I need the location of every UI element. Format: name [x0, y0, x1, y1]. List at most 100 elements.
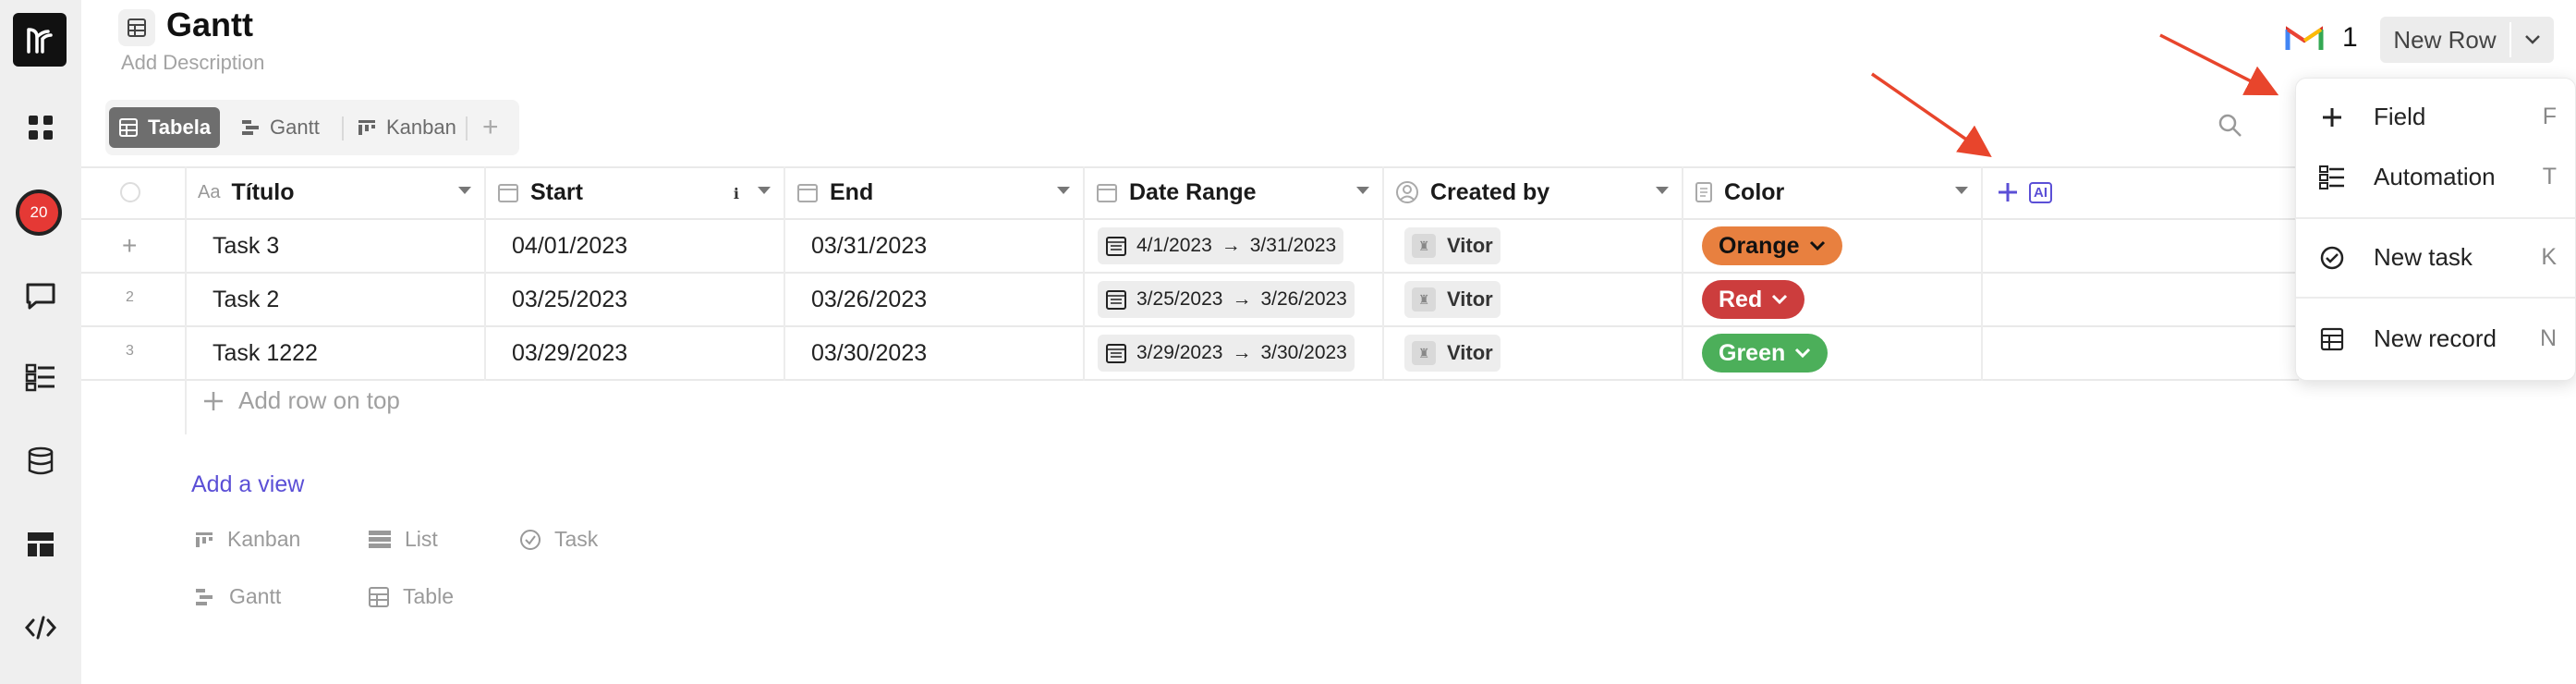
range-end: 3/30/2023 [1260, 342, 1347, 363]
gmail-icon[interactable] [2284, 22, 2325, 58]
gantt-icon [196, 588, 213, 605]
chevron-down-icon [1772, 294, 1788, 305]
tag-label: Green [1719, 339, 1786, 366]
shortcut-key: F [2542, 103, 2557, 129]
column-header-date-range[interactable]: Date Range [1096, 166, 1382, 218]
chevron-down-icon [1795, 348, 1811, 359]
description-field[interactable]: Add Description [121, 51, 264, 75]
tab-tabela[interactable]: Tabela [109, 107, 221, 148]
view-option-label: Gantt [229, 584, 282, 608]
range-start: 4/1/2023 [1136, 235, 1212, 256]
add-view-tab-button[interactable]: + [473, 107, 508, 148]
new-row-split-button: New Row [2380, 17, 2554, 63]
cell-start[interactable]: 03/29/2023 [512, 327, 627, 379]
page-title[interactable]: Gantt [166, 6, 253, 44]
text-icon: Aa [198, 181, 221, 202]
cell-title[interactable]: Task 2 [213, 274, 279, 325]
cell-end[interactable]: 03/31/2023 [811, 220, 927, 272]
column-label: Date Range [1129, 178, 1257, 205]
grid-line [185, 166, 187, 434]
menu-item-automation[interactable]: Automation T [2296, 151, 2576, 202]
chevron-down-icon[interactable] [458, 187, 471, 194]
info-icon[interactable]: ℹ [734, 185, 739, 203]
cell-date-range[interactable]: 3/29/2023 → 3/30/2023 [1098, 335, 1355, 372]
calendar-icon [1096, 181, 1118, 203]
color-tag-orange[interactable]: Orange [1702, 226, 1842, 265]
calendar-icon [1106, 290, 1126, 310]
select-all-checkbox[interactable] [120, 182, 140, 202]
arrow-right-icon: → [1232, 288, 1252, 310]
menu-item-new-task[interactable]: New task K [2296, 231, 2576, 283]
database-icon[interactable] [20, 441, 61, 482]
cell-created-by[interactable]: ♜ Vitor [1404, 335, 1501, 372]
add-row-button[interactable]: Add row on top [201, 386, 400, 415]
avatar: ♜ [1412, 341, 1436, 365]
view-option-list[interactable]: List [368, 527, 438, 552]
layout-icon[interactable] [20, 524, 61, 565]
view-option-table[interactable]: Table [368, 584, 454, 609]
creator-name: Vitor [1447, 341, 1493, 364]
tab-kanban[interactable]: Kanban [347, 107, 466, 148]
chevron-down-icon[interactable] [758, 187, 771, 194]
cell-title[interactable]: Task 3 [213, 220, 279, 272]
check-circle-icon [2318, 244, 2346, 272]
view-option-label: List [405, 527, 438, 551]
code-icon[interactable] [20, 607, 61, 648]
chevron-down-icon[interactable] [1356, 187, 1369, 194]
view-option-task[interactable]: Task [519, 527, 598, 552]
menu-item-new-record[interactable]: New record N [2296, 312, 2576, 364]
workflow-icon[interactable] [20, 357, 61, 397]
chevron-down-icon[interactable] [1955, 187, 1968, 194]
chat-icon[interactable] [20, 275, 61, 316]
menu-item-label: Automation [2374, 162, 2496, 190]
chevron-down-icon [2525, 35, 2540, 44]
column-header-end[interactable]: End [796, 166, 1083, 218]
column-header-titulo[interactable]: Aa Título [198, 166, 484, 218]
chevron-down-icon[interactable] [1656, 187, 1669, 194]
calendar-icon [497, 181, 519, 203]
dashboard-icon[interactable] [20, 107, 61, 148]
column-header-created-by[interactable]: Created by [1395, 166, 1682, 218]
view-option-kanban[interactable]: Kanban [194, 527, 300, 552]
color-tag-green[interactable]: Green [1702, 334, 1829, 373]
cell-end[interactable]: 03/26/2023 [811, 274, 927, 325]
menu-item-field[interactable]: Field F [2296, 91, 2576, 142]
gantt-icon [242, 120, 259, 135]
view-option-label: Table [403, 584, 454, 608]
grid-line [81, 379, 2299, 381]
cell-created-by[interactable]: ♜ Vitor [1404, 227, 1501, 264]
column-header-color[interactable]: Color [1695, 166, 1981, 218]
cell-date-range[interactable]: 3/25/2023 → 3/26/2023 [1098, 281, 1355, 318]
cell-created-by[interactable]: ♜ Vitor [1404, 281, 1501, 318]
grid-line [1682, 166, 1683, 381]
color-tag-red[interactable]: Red [1702, 280, 1805, 319]
grid-line [81, 325, 2299, 327]
notifications-badge[interactable]: 20 [16, 189, 62, 236]
column-header-start[interactable]: Start ℹ [497, 166, 784, 218]
row-1-number[interactable]: + [122, 231, 137, 261]
cell-start[interactable]: 04/01/2023 [512, 220, 627, 272]
cell-date-range[interactable]: 4/1/2023 → 3/31/2023 [1098, 227, 1344, 264]
new-row-button[interactable]: New Row [2380, 17, 2509, 63]
cell-start[interactable]: 03/25/2023 [512, 274, 627, 325]
calendar-icon [796, 181, 819, 203]
column-label: Color [1724, 178, 1785, 205]
creator-name: Vitor [1447, 287, 1493, 311]
add-column-button[interactable]: AI [1996, 166, 2070, 218]
tab-gantt[interactable]: Gantt [231, 107, 329, 148]
add-view-link[interactable]: Add a view [191, 471, 304, 498]
plus-icon: + [482, 112, 499, 142]
tag-label: Orange [1719, 232, 1800, 259]
grid-line [484, 166, 486, 381]
left-sidebar: 20 [0, 0, 81, 684]
app-logo[interactable] [13, 13, 67, 67]
view-option-label: Task [554, 527, 599, 551]
cell-end[interactable]: 03/30/2023 [811, 327, 927, 379]
search-icon[interactable] [2218, 113, 2243, 143]
new-row-dropdown-button[interactable] [2511, 17, 2554, 63]
ai-icon[interactable]: AI [2029, 181, 2052, 203]
avatar: ♜ [1412, 287, 1436, 311]
chevron-down-icon[interactable] [1057, 187, 1070, 194]
view-option-gantt[interactable]: Gantt [194, 584, 281, 609]
cell-title[interactable]: Task 1222 [213, 327, 318, 379]
